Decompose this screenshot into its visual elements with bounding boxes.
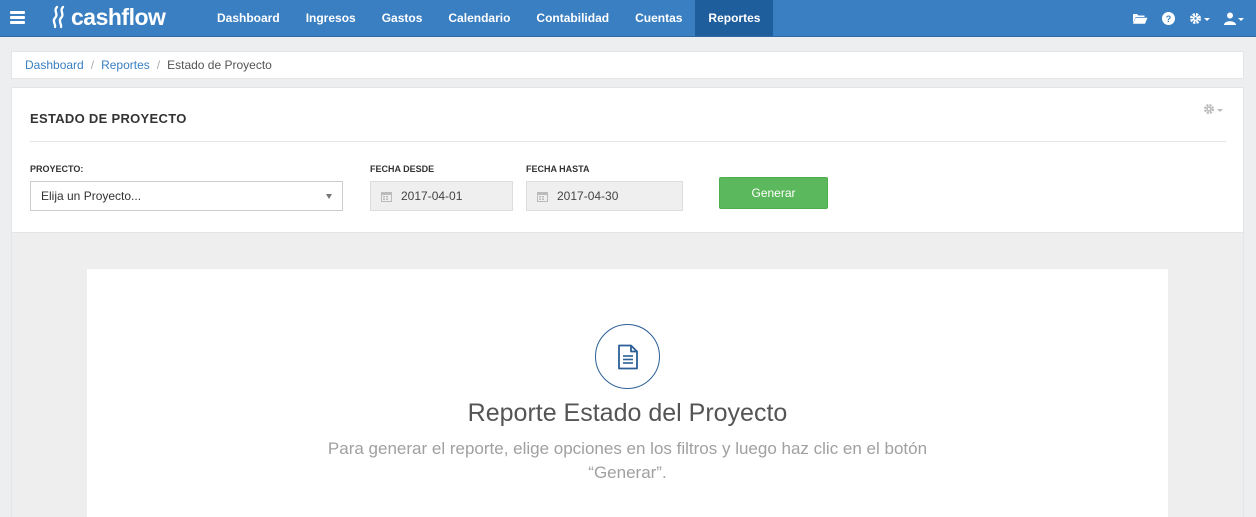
gear-icon [1190, 12, 1201, 24]
page-title: ESTADO DE PROYECTO [30, 111, 187, 126]
project-label: PROYECTO: [30, 164, 84, 174]
nav-item-contabilidad[interactable]: Contabilidad [523, 0, 622, 36]
nav-item-dashboard[interactable]: Dashboard [204, 0, 293, 36]
user-icon [1224, 12, 1236, 25]
date-from-label: FECHA DESDE [370, 164, 435, 174]
nav-right-tools: ? [1125, 0, 1256, 36]
report-panel: ESTADO DE PROYECTO PROYECTO: Elija un Pr… [11, 87, 1244, 517]
breadcrumb-reportes[interactable]: Reportes [101, 58, 150, 72]
breadcrumb: Dashboard / Reportes / Estado de Proyect… [11, 51, 1244, 79]
project-select[interactable]: Elija un Proyecto... [30, 181, 343, 211]
chevron-down-icon [326, 194, 332, 199]
calendar-icon [537, 191, 548, 202]
logo-mark-icon [52, 5, 65, 29]
project-select-value: Elija un Proyecto... [41, 189, 142, 203]
report-placeholder-card: Reporte Estado del Proyecto Para generar… [87, 269, 1168, 517]
date-to-field[interactable]: 2017-04-30 [526, 181, 683, 211]
generate-button[interactable]: Generar [719, 177, 828, 209]
breadcrumb-separator: / [90, 58, 95, 72]
document-icon [617, 344, 638, 369]
divider [30, 141, 1226, 142]
report-title: Reporte Estado del Proyecto [467, 399, 788, 427]
panel-settings-button[interactable] [1203, 103, 1223, 115]
date-to-value: 2017-04-30 [557, 189, 619, 203]
nav-item-cuentas[interactable]: Cuentas [622, 0, 695, 36]
chevron-down-icon [1204, 17, 1210, 21]
chevron-down-icon [1217, 108, 1223, 112]
calendar-icon [381, 191, 392, 202]
menu-icon[interactable] [10, 11, 25, 24]
report-description: Para generar el reporte, elige opciones … [327, 439, 928, 482]
nav-item-reportes[interactable]: Reportes [695, 0, 774, 36]
user-menu[interactable] [1217, 0, 1256, 36]
breadcrumb-current: Estado de Proyecto [167, 58, 272, 72]
chevron-down-icon [1238, 17, 1244, 21]
report-icon-circle [595, 324, 660, 389]
date-from-value: 2017-04-01 [401, 189, 463, 203]
report-area: Reporte Estado del Proyecto Para generar… [12, 232, 1243, 517]
main-nav: Dashboard Ingresos Gastos Calendario Con… [204, 0, 774, 36]
help-icon[interactable]: ? [1155, 0, 1182, 36]
settings-menu[interactable] [1182, 0, 1217, 36]
breadcrumb-separator: / [156, 58, 161, 72]
nav-item-gastos[interactable]: Gastos [369, 0, 436, 36]
top-navbar: cashflow Dashboard Ingresos Gastos Calen… [0, 0, 1256, 37]
date-from-field[interactable]: 2017-04-01 [370, 181, 513, 211]
nav-item-calendario[interactable]: Calendario [435, 0, 523, 36]
folder-icon[interactable] [1125, 0, 1155, 36]
breadcrumb-dashboard[interactable]: Dashboard [25, 58, 84, 72]
svg-text:?: ? [1166, 14, 1172, 24]
gear-icon [1203, 103, 1215, 115]
app-logo[interactable]: cashflow [52, 3, 166, 31]
date-to-label: FECHA HASTA [526, 164, 590, 174]
nav-item-ingresos[interactable]: Ingresos [293, 0, 369, 36]
logo-text: cashflow [71, 3, 166, 30]
